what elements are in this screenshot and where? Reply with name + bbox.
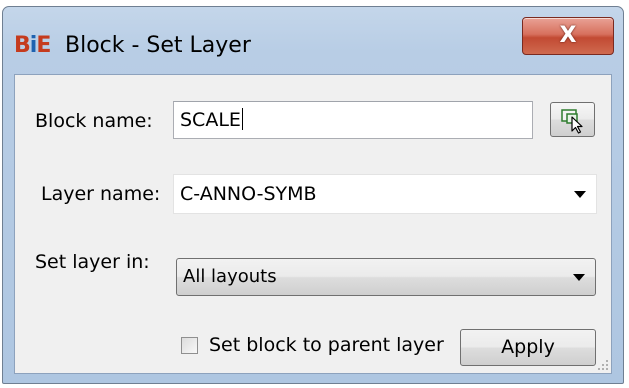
close-icon: X [559,23,577,48]
set-layer-in-label: Set layer in: [35,251,150,273]
window-title: Block - Set Layer [65,33,251,58]
layer-name-label: Layer name: [41,183,161,205]
layer-name-combobox[interactable]: C-ANNO-SYMB [173,174,597,214]
layer-name-value: C-ANNO-SYMB [180,183,317,205]
set-layer-in-dropdown[interactable]: All layouts [176,258,596,296]
apply-button[interactable]: Apply [460,329,596,366]
dialog-body: Block name: SCALE Layer name: C-ANNO-SYM… [14,74,612,374]
block-name-input[interactable]: SCALE [173,101,533,139]
text-caret [241,108,243,130]
set-layer-in-value: All layouts [183,266,277,287]
block-name-value: SCALE [180,109,241,131]
pick-block-button[interactable] [550,102,595,137]
bie-app-icon: BiE [14,33,51,58]
title-bar[interactable]: BiE Block - Set Layer X [3,7,623,75]
chevron-down-icon [574,191,586,198]
block-name-label: Block name: [35,110,153,132]
resize-grip-icon[interactable] [597,359,609,371]
chevron-down-icon [573,274,585,281]
close-button[interactable]: X [522,17,614,55]
dialog-window: BiE Block - Set Layer X Block name: SCAL… [2,6,624,384]
parent-layer-checkbox[interactable] [181,337,198,354]
parent-layer-checkbox-label[interactable]: Set block to parent layer [209,333,444,357]
pick-block-icon [561,109,583,134]
